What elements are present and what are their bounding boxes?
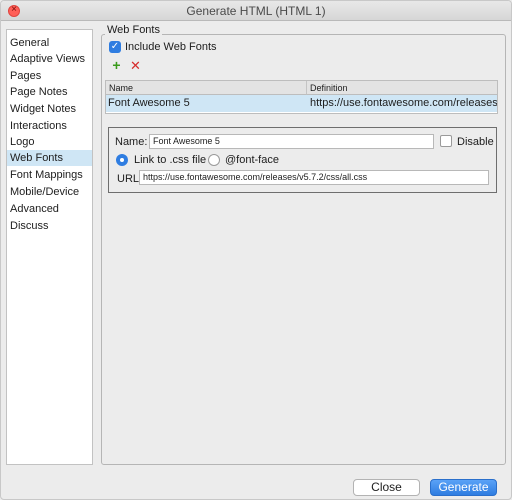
table-row[interactable]: Font Awesome 5 https://use.fontawesome.c… [106, 95, 498, 112]
sidebar-item-adaptive-views[interactable]: Adaptive Views [7, 51, 92, 67]
url-field[interactable]: https://use.fontawesome.com/releases/v5.… [139, 170, 489, 185]
font-face-label[interactable]: @font-face [225, 154, 279, 166]
sidebar-item-pages[interactable]: Pages [7, 68, 92, 84]
column-header-name[interactable]: Name [106, 81, 307, 95]
sidebar-item-font-mappings[interactable]: Font Mappings [7, 167, 92, 183]
sidebar-item-page-notes[interactable]: Page Notes [7, 84, 92, 100]
section-title: Web Fonts [105, 24, 162, 36]
include-web-fonts-checkbox[interactable]: ✓ [109, 41, 121, 53]
include-web-fonts-label[interactable]: Include Web Fonts [125, 41, 217, 53]
sidebar-item-widget-notes[interactable]: Widget Notes [7, 101, 92, 117]
generate-button[interactable]: Generate [430, 479, 497, 496]
name-field[interactable]: Font Awesome 5 [149, 134, 434, 149]
settings-sidebar: General Adaptive Views Pages Page Notes … [6, 29, 93, 465]
sidebar-item-interactions[interactable]: Interactions [7, 118, 92, 134]
link-css-radio[interactable] [116, 154, 128, 166]
sidebar-item-mobile-device[interactable]: Mobile/Device [7, 184, 92, 200]
table-cell-name: Font Awesome 5 [108, 97, 190, 109]
sidebar-item-logo[interactable]: Logo [7, 134, 92, 150]
column-header-definition[interactable]: Definition [307, 81, 497, 95]
x-icon[interactable]: ✕ [130, 59, 141, 72]
font-face-radio[interactable] [208, 154, 220, 166]
web-fonts-table: Name Definition Font Awesome 5 https://u… [105, 80, 498, 114]
plus-icon[interactable]: + [111, 58, 122, 72]
close-button[interactable]: Close [353, 479, 420, 496]
name-label: Name: [115, 136, 148, 148]
sidebar-item-advanced[interactable]: Advanced [7, 201, 92, 217]
disable-checkbox[interactable] [440, 135, 452, 147]
disable-label[interactable]: Disable [457, 136, 494, 148]
table-cell-definition: https://use.fontawesome.com/releases/v5 [310, 97, 498, 109]
url-label: URL [117, 173, 140, 185]
title-bar[interactable]: × Generate HTML (HTML 1) [1, 1, 511, 21]
dialog-window: × Generate HTML (HTML 1) General Adaptiv… [0, 0, 512, 500]
sidebar-item-web-fonts[interactable]: Web Fonts [7, 150, 92, 166]
link-css-label[interactable]: Link to .css file [134, 154, 206, 166]
sidebar-item-discuss[interactable]: Discuss [7, 218, 92, 234]
font-detail-box: Name: Font Awesome 5 Disable Link to .cs… [108, 127, 497, 193]
sidebar-item-general[interactable]: General [7, 35, 92, 51]
window-title: Generate HTML (HTML 1) [186, 4, 326, 18]
